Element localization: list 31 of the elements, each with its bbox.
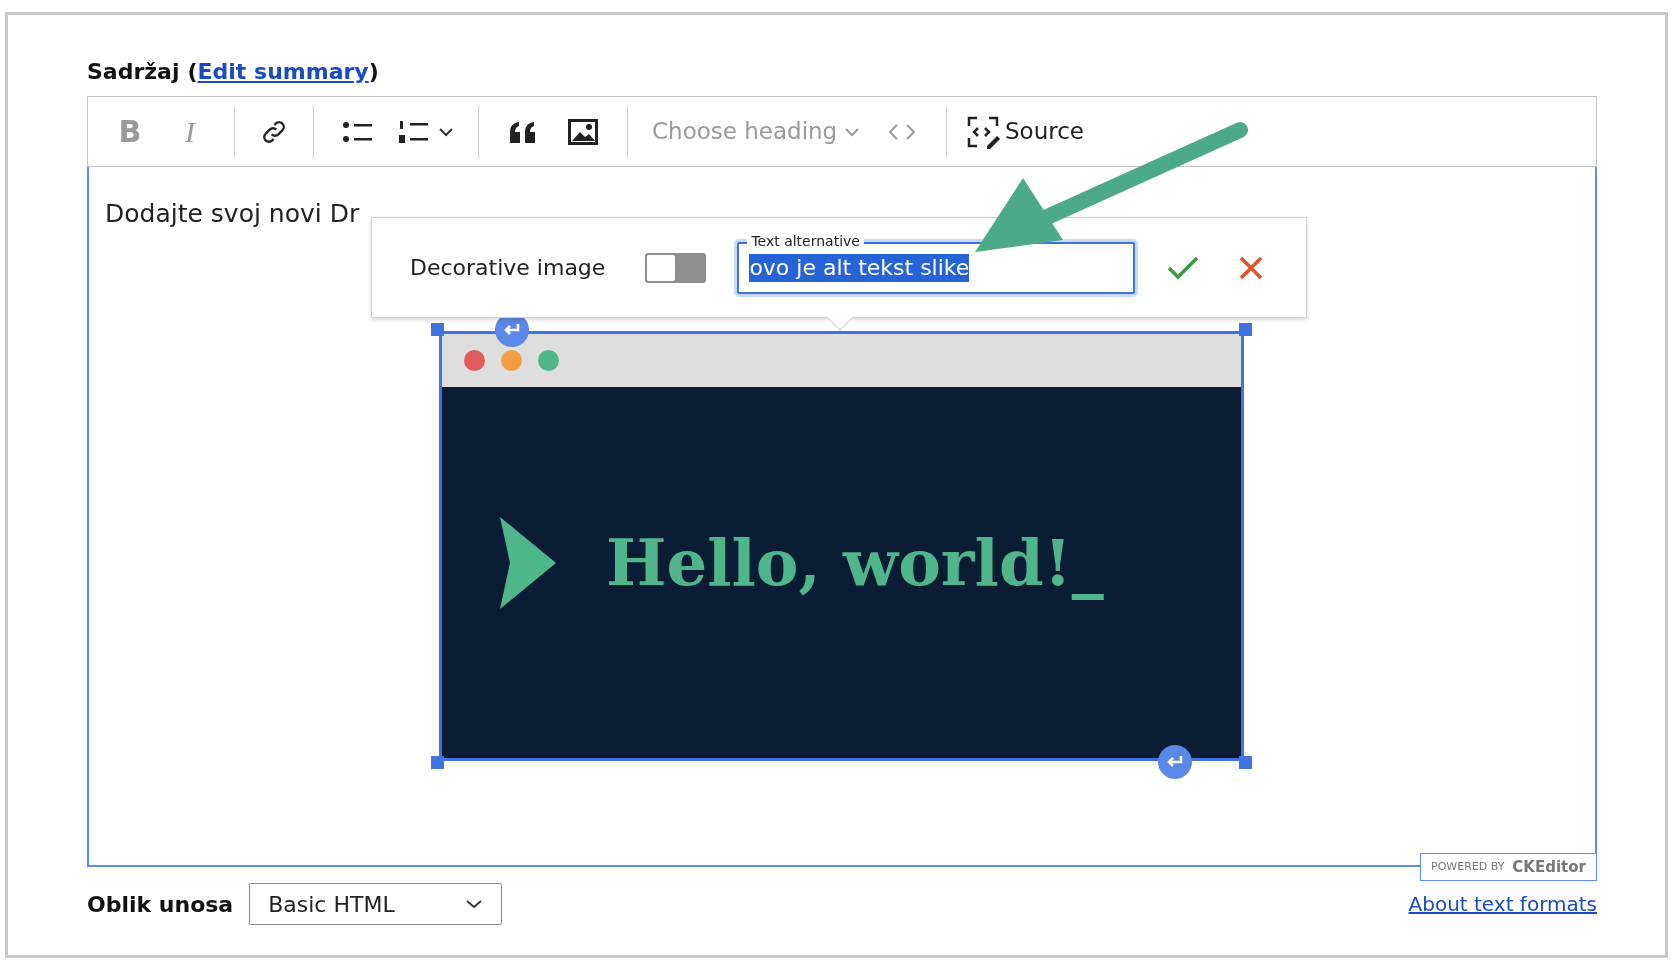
powered-by-badge[interactable]: POWERED BY CKEditor: [1420, 853, 1597, 881]
decorative-toggle[interactable]: [645, 252, 707, 283]
close-icon: [1238, 254, 1265, 281]
edit-summary-link[interactable]: Edit summary: [197, 55, 369, 88]
resize-handle[interactable]: [431, 323, 444, 336]
paragraph-text: Dodajte svoj novi Dr: [105, 198, 361, 230]
numbered-list-icon: [398, 118, 430, 145]
bulleted-list-icon: [342, 119, 374, 144]
format-label: Oblik unosa: [87, 890, 234, 919]
toggle-label: Decorative image: [410, 254, 606, 282]
resize-handle[interactable]: [1239, 756, 1252, 769]
parenthesis: ): [368, 58, 379, 86]
source-button[interactable]: Source: [961, 106, 1088, 157]
field-value: ovo je alt tekst slike: [749, 253, 970, 282]
hello-world-text: Hello, world!_: [606, 523, 1104, 602]
code-icon: [887, 121, 917, 142]
about-text-formats-link[interactable]: About text formats: [1408, 889, 1597, 919]
chevron-down-icon: [465, 899, 484, 909]
resize-handle[interactable]: [431, 756, 444, 769]
image-icon: [568, 118, 598, 145]
chevron-down-icon: [438, 126, 454, 137]
chevron-down-icon: [844, 126, 860, 137]
quote-icon: [508, 120, 538, 143]
field-label: Sadržaj: [87, 58, 180, 86]
format-select[interactable]: Basic HTML: [249, 883, 503, 925]
resize-handle[interactable]: [1239, 323, 1252, 336]
parenthesis: (: [187, 58, 198, 86]
insert-paragraph-handle[interactable]: [1158, 745, 1192, 779]
image-selection-frame[interactable]: Hello, world!_: [439, 331, 1244, 761]
checkmark-icon: [1167, 254, 1200, 281]
chevron-logo-icon: [500, 516, 556, 609]
